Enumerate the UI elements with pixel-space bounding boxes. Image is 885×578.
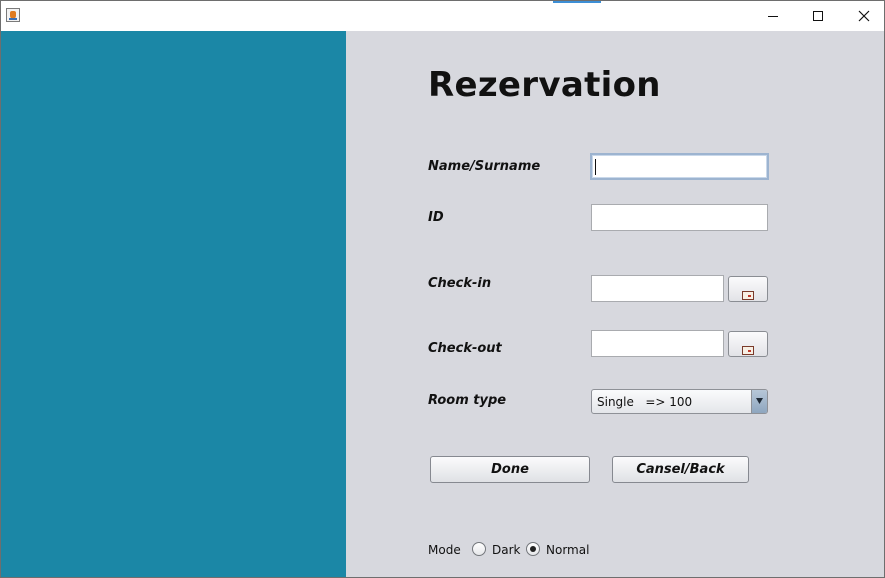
id-label: ID — [428, 210, 444, 225]
page-title: Rezervation — [428, 65, 661, 105]
checkin-calendar-button[interactable] — [728, 276, 768, 302]
checkout-label: Check-out — [428, 341, 502, 356]
form-panel — [346, 31, 884, 577]
room-type-select[interactable]: Single => 100 — [591, 389, 768, 414]
maximize-icon[interactable] — [796, 1, 842, 31]
room-type-label: Room type — [428, 393, 507, 408]
mode-dark-label[interactable]: Dark — [492, 543, 520, 557]
decorative-side-panel — [1, 31, 346, 577]
mode-dark-radio[interactable] — [472, 542, 486, 556]
checkin-input[interactable] — [591, 275, 724, 302]
cancel-back-button[interactable]: Cansel/Back — [612, 456, 749, 483]
name-input[interactable] — [590, 153, 769, 180]
mode-label: Mode — [428, 543, 461, 557]
mode-normal-radio[interactable] — [526, 542, 540, 556]
id-input[interactable] — [591, 204, 768, 231]
app-window: Rezervation Name/Surname ID Check-in Che… — [0, 0, 885, 578]
checkout-input[interactable] — [591, 330, 724, 357]
checkout-calendar-button[interactable] — [728, 331, 768, 357]
java-cup-icon[interactable] — [6, 8, 20, 22]
mode-normal-label[interactable]: Normal — [546, 543, 589, 557]
name-label: Name/Surname — [428, 159, 541, 174]
title-bar[interactable] — [1, 1, 884, 31]
chevron-down-icon[interactable] — [751, 390, 767, 413]
done-button[interactable]: Done — [430, 456, 590, 483]
room-type-value: Single => 100 — [597, 395, 693, 409]
calendar-icon — [742, 340, 754, 359]
close-icon[interactable] — [841, 1, 885, 31]
minimize-icon[interactable] — [750, 1, 796, 31]
calendar-icon — [742, 285, 754, 304]
checkin-label: Check-in — [428, 276, 492, 291]
text-caret — [595, 159, 596, 175]
taskbar-accent — [553, 1, 601, 3]
